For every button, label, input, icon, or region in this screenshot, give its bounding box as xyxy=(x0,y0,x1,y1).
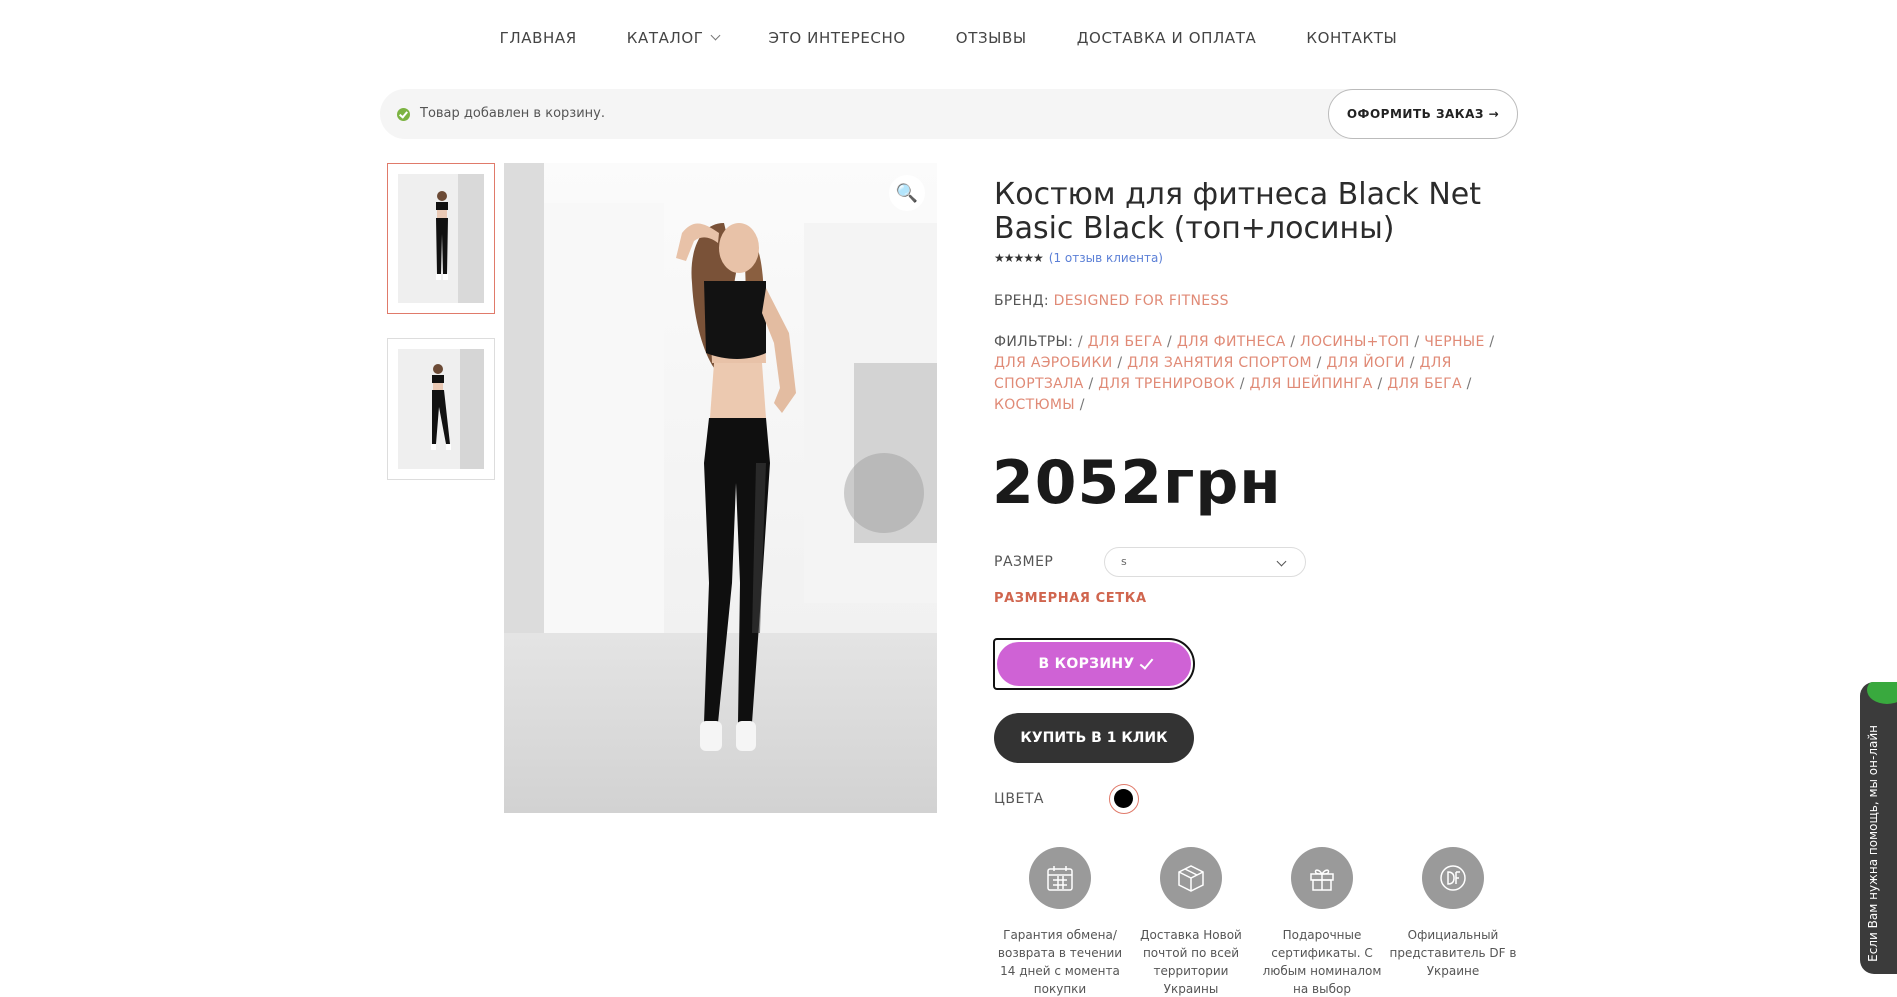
df-logo-icon xyxy=(1422,847,1484,909)
product-main-image[interactable]: 🔍 xyxy=(504,163,937,813)
color-swatch-dot xyxy=(1114,789,1133,808)
feature-text: Доставка Новой почтой по всей территории… xyxy=(1140,928,1242,996)
leaf-icon xyxy=(1867,682,1897,704)
chevron-down-icon xyxy=(1276,556,1287,567)
checkout-button[interactable]: ОФОРМИТЬ ЗАКАЗ → xyxy=(1328,89,1518,139)
product-thumbnail-2[interactable] xyxy=(387,338,495,480)
product-photo xyxy=(504,163,937,813)
nav-item-reviews[interactable]: ОТЗЫВЫ xyxy=(956,29,1027,47)
feature-exchange: Гарантия обмена/ возврата в течении 14 д… xyxy=(995,847,1125,997)
product-price: 2052грн xyxy=(992,448,1282,518)
nav-item-label: ОТЗЫВЫ xyxy=(955,29,1027,47)
zoom-button[interactable]: 🔍 xyxy=(889,175,925,211)
filter-link[interactable]: ДЛЯ АЭРОБИКИ xyxy=(994,355,1113,371)
colors-label: ЦВЕТА xyxy=(994,791,1044,807)
product-thumbnail-image xyxy=(398,349,484,469)
product-rating: ★★★★★ (1 отзыв клиента) xyxy=(994,251,1163,265)
gift-icon xyxy=(1291,847,1353,909)
size-label: РАЗМЕР xyxy=(994,554,1054,570)
filters-label: ФИЛЬТРЫ: xyxy=(994,334,1074,350)
filter-link[interactable]: КОСТЮМЫ xyxy=(994,397,1075,413)
feature-gift: Подарочные сертификаты. С любым номинало… xyxy=(1257,847,1387,997)
chat-label: Если Вам нужна помощь, мы он-лайн xyxy=(1866,725,1880,962)
chevron-down-icon xyxy=(710,30,720,41)
check-circle-icon xyxy=(397,108,410,121)
feature-delivery: Доставка Новой почтой по всей территории… xyxy=(1126,847,1256,997)
filter-link[interactable]: ДЛЯ ЙОГИ xyxy=(1326,355,1405,371)
brand-row: БРЕНД: DESIGNED FOR FITNESS xyxy=(994,293,1229,309)
nav-item-delivery[interactable]: ДОСТАВКА И ОПЛАТА xyxy=(1077,29,1257,47)
rating-stars-icon: ★★★★★ xyxy=(994,251,1044,265)
online-chat-tab[interactable]: Если Вам нужна помощь, мы он-лайн xyxy=(1860,682,1897,974)
filter-link[interactable]: ДЛЯ ЗАНЯТИЯ СПОРТОМ xyxy=(1127,355,1312,371)
nav-item-catalog[interactable]: КАТАЛОГ xyxy=(626,29,720,47)
filter-link[interactable]: ЛОСИНЫ+ТОП xyxy=(1300,334,1410,350)
checkmark-icon xyxy=(1139,654,1153,670)
filter-link[interactable]: ЧЕРНЫЕ xyxy=(1424,334,1484,350)
nav-item-label: КАТАЛОГ xyxy=(626,29,704,47)
size-chart-link[interactable]: РАЗМЕРНАЯ СЕТКА xyxy=(994,591,1147,606)
product-thumbnail-image xyxy=(398,174,484,303)
brand-label: БРЕНД: xyxy=(994,293,1049,309)
filter-link[interactable]: ДЛЯ БЕГА xyxy=(1088,334,1163,350)
nav-item-label: ДОСТАВКА И ОПЛАТА xyxy=(1076,29,1257,47)
nav-item-label: ЭТО ИНТЕРЕСНО xyxy=(768,29,906,47)
filter-link[interactable]: ДЛЯ ФИТНЕСА xyxy=(1177,334,1286,350)
cart-notice-message: Товар добавлен в корзину. xyxy=(420,106,605,121)
magnifier-icon: 🔍 xyxy=(895,182,919,204)
package-icon xyxy=(1160,847,1222,909)
buy-one-click-button[interactable]: КУПИТЬ В 1 КЛИК xyxy=(994,713,1194,763)
filters-list: ФИЛЬТРЫ: / ДЛЯ БЕГА / ДЛЯ ФИТНЕСА / ЛОСИ… xyxy=(994,334,1495,413)
filter-link[interactable]: ДЛЯ БЕГА xyxy=(1387,376,1462,392)
nav-item-label: КОНТАКТЫ xyxy=(1306,29,1398,47)
nav-item-interesting[interactable]: ЭТО ИНТЕРЕСНО xyxy=(769,29,906,47)
size-select[interactable]: s xyxy=(1104,547,1306,577)
add-to-cart-button[interactable]: В КОРЗИНУ xyxy=(993,638,1195,690)
feature-official: Официальный представитель DF в Украине xyxy=(1388,847,1518,980)
reviews-link[interactable]: (1 отзыв клиента) xyxy=(1049,251,1163,265)
nav-item-label: ГЛАВНАЯ xyxy=(499,29,577,47)
product-title: Костюм для фитнеса Black Net Basic Black… xyxy=(994,177,1482,246)
cart-notice: Товар добавлен в корзину. ОФОРМИТЬ ЗАКАЗ… xyxy=(380,89,1518,139)
nav-item-home[interactable]: ГЛАВНАЯ xyxy=(500,29,577,47)
product-thumbnail-1[interactable] xyxy=(387,163,495,314)
calendar-icon xyxy=(1029,847,1091,909)
color-swatch-black[interactable] xyxy=(1109,784,1139,814)
add-to-cart-label: В КОРЗИНУ xyxy=(1038,656,1135,672)
feature-text: Официальный представитель DF в Украине xyxy=(1389,928,1517,978)
main-nav: ГЛАВНАЯ КАТАЛОГ ЭТО ИНТЕРЕСНО ОТЗЫВЫ ДОС… xyxy=(0,0,1897,78)
filter-link[interactable]: ДЛЯ ТРЕНИРОВОК xyxy=(1098,376,1235,392)
filter-link[interactable]: ДЛЯ ШЕЙПИНГА xyxy=(1250,376,1373,392)
brand-link[interactable]: DESIGNED FOR FITNESS xyxy=(1054,293,1229,309)
feature-text: Гарантия обмена/ возврата в течении 14 д… xyxy=(997,928,1123,996)
nav-item-contacts[interactable]: КОНТАКТЫ xyxy=(1306,29,1397,47)
feature-text: Подарочные сертификаты. С любым номинало… xyxy=(1262,928,1382,996)
size-select-value: s xyxy=(1121,555,1127,568)
